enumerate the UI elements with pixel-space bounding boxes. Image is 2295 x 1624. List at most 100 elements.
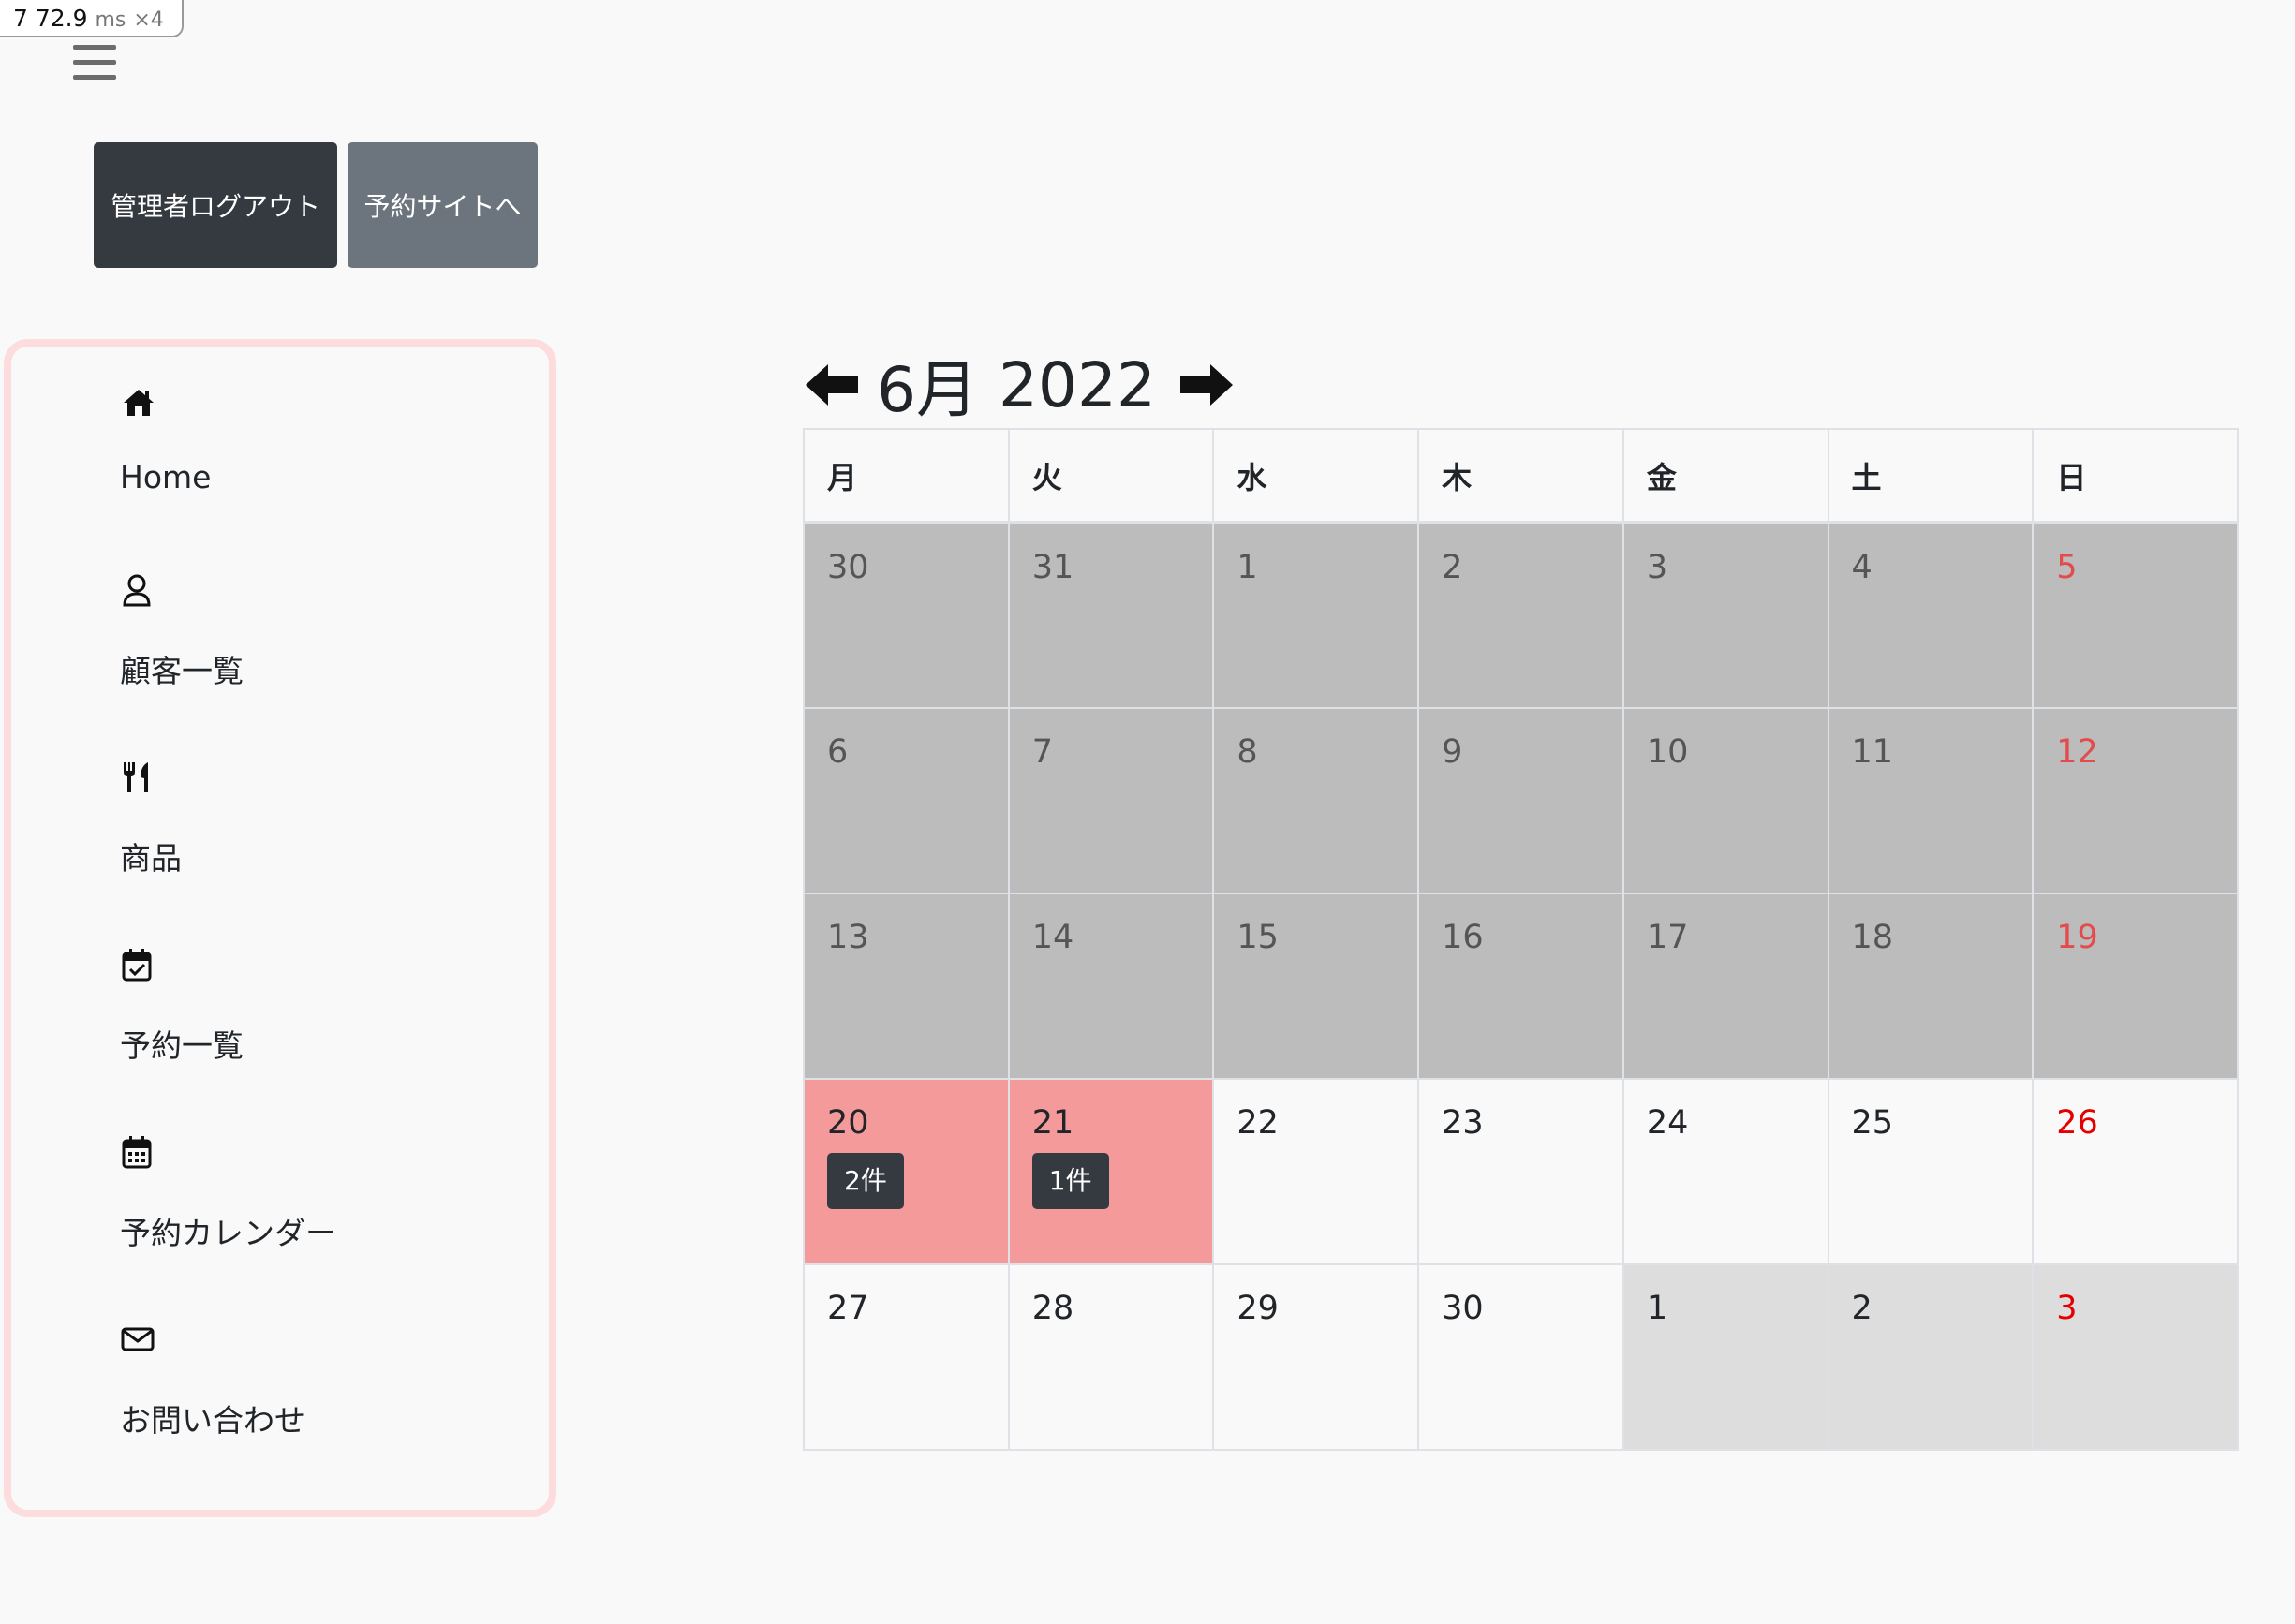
home-icon bbox=[124, 390, 154, 416]
sidebar-item-customers[interactable]: 顧客一覧 bbox=[120, 571, 244, 689]
calendar-day-cell[interactable]: 14 bbox=[1007, 893, 1215, 1080]
sidebar-item-label: お問い合わせ bbox=[120, 1402, 305, 1439]
calendar-header: 6月 2022 bbox=[804, 345, 1235, 426]
sidebar-item-reservation-list[interactable]: 予約一覧 bbox=[120, 946, 244, 1064]
reservation-site-button[interactable]: 予約サイトへ bbox=[348, 142, 538, 268]
calendar-day-cell[interactable]: 2 bbox=[1417, 522, 1624, 709]
calendar-day-cell[interactable]: 7 bbox=[1007, 707, 1215, 894]
calendar-day-cell[interactable]: 1 bbox=[1621, 1263, 1829, 1451]
calendar-day-cell[interactable]: 5 bbox=[2032, 522, 2239, 709]
calendar-day-number: 14 bbox=[1031, 919, 1074, 956]
calendar-day-cell[interactable]: 31 bbox=[1007, 522, 1215, 709]
calendar-day-cell[interactable]: 12 bbox=[2032, 707, 2239, 894]
calendar-day-cell[interactable]: 10 bbox=[1621, 707, 1829, 894]
calendar-day-number: 5 bbox=[2056, 549, 2078, 586]
perf-badge: 7 72.9 ms ×4 bbox=[0, 0, 184, 37]
reservation-count-badge[interactable]: 2件 bbox=[827, 1153, 904, 1209]
perf-count: 7 bbox=[13, 5, 28, 32]
calendar-day-cell[interactable]: 19 bbox=[2032, 893, 2239, 1080]
admin-logout-button[interactable]: 管理者ログアウト bbox=[94, 142, 337, 268]
calendar-week-row: 30 31 1 2 3 4 5 bbox=[803, 522, 2239, 709]
perf-value: 72.9 bbox=[35, 5, 88, 32]
weekday-sat: 土 bbox=[1827, 428, 2035, 524]
calendar-day-number: 27 bbox=[827, 1290, 869, 1327]
calendar-day-cell[interactable]: 18 bbox=[1827, 893, 2035, 1080]
sidebar-item-label: 予約一覧 bbox=[120, 1027, 244, 1064]
calendar-day-number: 19 bbox=[2056, 919, 2098, 956]
calendar-day-number: 30 bbox=[1442, 1290, 1484, 1327]
calendar-day-number: 1 bbox=[1646, 1290, 1668, 1327]
calendar-day-cell[interactable]: 29 bbox=[1212, 1263, 1420, 1451]
utensils-icon bbox=[124, 762, 148, 792]
arrow-right-icon[interactable] bbox=[1178, 362, 1235, 408]
calendar-day-cell[interactable]: 25 bbox=[1827, 1078, 2035, 1265]
calendar-day-number: 7 bbox=[1031, 733, 1053, 771]
sidebar: Home 顧客一覧 商品 予約一覧 予約カレンダー お問い合わせ bbox=[4, 339, 556, 1517]
calendar-day-cell[interactable]: 3 bbox=[2032, 1263, 2239, 1451]
calendar-day-cell[interactable]: 24 bbox=[1621, 1078, 1829, 1265]
calendar-day-cell[interactable]: 15 bbox=[1212, 893, 1420, 1080]
calendar-day-number: 1 bbox=[1236, 549, 1258, 586]
calendar-day-number: 16 bbox=[1442, 919, 1484, 956]
calendar-week-row: 27 28 29 30 1 2 3 bbox=[803, 1263, 2239, 1451]
calendar-day-number: 12 bbox=[2056, 733, 2098, 771]
calendar-day-cell[interactable]: 23 bbox=[1417, 1078, 1624, 1265]
calendar-day-cell[interactable]: 6 bbox=[803, 707, 1010, 894]
calendar-week-row: 13 14 15 16 17 18 19 bbox=[803, 893, 2239, 1080]
calendar-day-number: 9 bbox=[1442, 733, 1463, 771]
weekday-tue: 火 bbox=[1007, 428, 1215, 524]
perf-unit: ms bbox=[95, 8, 126, 32]
calendar-day-cell[interactable]: 11 bbox=[1827, 707, 2035, 894]
calendar-day-cell[interactable]: 20 2件 bbox=[803, 1078, 1010, 1265]
weekday-fri: 金 bbox=[1621, 428, 1829, 524]
calendar-day-cell[interactable]: 9 bbox=[1417, 707, 1624, 894]
calendar-day-number: 8 bbox=[1236, 733, 1258, 771]
sidebar-item-products[interactable]: 商品 bbox=[120, 759, 182, 877]
calendar-day-number: 20 bbox=[827, 1104, 869, 1142]
calendar-day-cell[interactable]: 27 bbox=[803, 1263, 1010, 1451]
calendar-year: 2022 bbox=[999, 348, 1156, 421]
calendar-day-cell[interactable]: 30 bbox=[1417, 1263, 1624, 1451]
calendar-day-cell[interactable]: 17 bbox=[1621, 893, 1829, 1080]
calendar-day-cell[interactable]: 1 bbox=[1212, 522, 1420, 709]
sidebar-item-contact[interactable]: お問い合わせ bbox=[120, 1321, 305, 1439]
sidebar-item-label: 顧客一覧 bbox=[120, 653, 244, 689]
sidebar-item-reservation-calendar[interactable]: 予約カレンダー bbox=[120, 1133, 336, 1251]
calendar-icon bbox=[122, 1136, 152, 1169]
calendar-day-number: 11 bbox=[1851, 733, 1894, 771]
envelope-icon bbox=[121, 1327, 155, 1351]
calendar-day-cell[interactable]: 21 1件 bbox=[1007, 1078, 1215, 1265]
calendar-day-number: 15 bbox=[1236, 919, 1279, 956]
calendar-day-cell[interactable]: 13 bbox=[803, 893, 1010, 1080]
calendar-day-number: 21 bbox=[1031, 1104, 1074, 1142]
weekday-sun: 日 bbox=[2032, 428, 2239, 524]
calendar-day-cell[interactable]: 16 bbox=[1417, 893, 1624, 1080]
calendar-day-cell[interactable]: 2 bbox=[1827, 1263, 2035, 1451]
calendar-day-number: 29 bbox=[1236, 1290, 1279, 1327]
calendar-day-cell[interactable]: 30 bbox=[803, 522, 1010, 709]
calendar-day-number: 3 bbox=[1646, 549, 1668, 586]
weekday-header-row: 月 火 水 木 金 土 日 bbox=[803, 428, 2239, 524]
sidebar-item-home[interactable]: Home bbox=[120, 384, 211, 495]
calendar-day-number: 17 bbox=[1646, 919, 1689, 956]
sidebar-item-label: 予約カレンダー bbox=[120, 1215, 336, 1251]
perf-mult: ×4 bbox=[133, 8, 164, 32]
calendar-day-number: 6 bbox=[827, 733, 849, 771]
reservation-count-badge[interactable]: 1件 bbox=[1031, 1153, 1109, 1209]
calendar-day-number: 23 bbox=[1442, 1104, 1484, 1142]
reservation-calendar: 月 火 水 木 金 土 日 30 31 1 2 3 4 5 6 7 8 9 10 11 12 13 14 15 1… bbox=[803, 428, 2239, 1458]
calendar-day-cell[interactable]: 8 bbox=[1212, 707, 1420, 894]
calendar-week-row: 6 7 8 9 10 11 12 bbox=[803, 707, 2239, 894]
user-icon bbox=[123, 574, 151, 607]
calendar-day-cell[interactable]: 4 bbox=[1827, 522, 2035, 709]
calendar-day-cell[interactable]: 22 bbox=[1212, 1078, 1420, 1265]
calendar-day-number: 24 bbox=[1646, 1104, 1689, 1142]
weekday-thu: 木 bbox=[1417, 428, 1624, 524]
calendar-day-cell[interactable]: 28 bbox=[1007, 1263, 1215, 1451]
calendar-day-number: 2 bbox=[1442, 549, 1463, 586]
arrow-left-icon[interactable] bbox=[804, 362, 860, 408]
hamburger-menu-icon[interactable] bbox=[73, 43, 116, 82]
calendar-day-cell[interactable]: 26 bbox=[2032, 1078, 2239, 1265]
calendar-day-cell[interactable]: 3 bbox=[1621, 522, 1829, 709]
calendar-day-number: 25 bbox=[1851, 1104, 1894, 1142]
